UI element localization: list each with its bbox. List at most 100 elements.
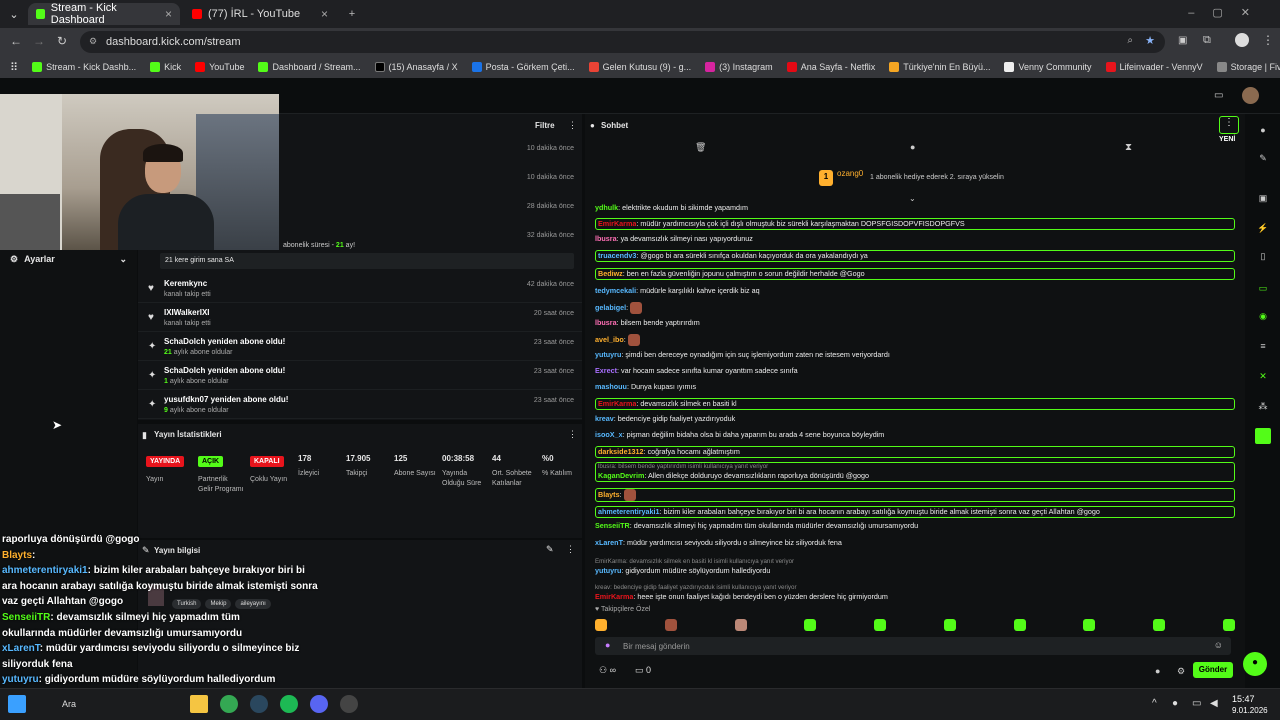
bookmark-item[interactable]: YouTube [195, 62, 244, 72]
emote-icon[interactable] [1222, 619, 1235, 631]
event-name[interactable]: SchaDolch yeniden abone oldu! [164, 337, 285, 346]
new-tab-button[interactable]: + [340, 3, 364, 25]
emoji-icon[interactable]: ☺ [1214, 640, 1223, 650]
emote-icon[interactable] [804, 619, 817, 631]
chat-username[interactable]: tedymcekali [595, 286, 636, 295]
back-icon[interactable]: ← [10, 34, 22, 48]
chat-settings-icon[interactable]: ● [1155, 666, 1160, 676]
close-icon[interactable]: × [321, 7, 328, 21]
forward-icon[interactable]: → [33, 34, 45, 48]
pencil-icon[interactable]: ✎ [1246, 148, 1280, 168]
folder-icon[interactable] [190, 695, 208, 713]
camera-icon[interactable]: ▭ [1214, 90, 1223, 101]
chat-username[interactable]: lbusra [595, 318, 617, 327]
points-row[interactable]: ⚇ ∞ [599, 665, 616, 676]
chat-username[interactable]: EmirKarma [598, 219, 636, 228]
gear-icon[interactable]: ⚙ [1177, 666, 1185, 677]
event-name[interactable]: IXIWalkerIXI [164, 308, 210, 317]
puzzle-icon[interactable]: ⧉ [1203, 34, 1211, 47]
network-icon[interactable]: ▭ [1192, 698, 1201, 709]
chat-username[interactable]: kreav [595, 414, 614, 423]
nodes-icon[interactable]: ⁂ [1246, 396, 1280, 416]
counter-row[interactable]: ▭ 0 [635, 665, 651, 676]
discord-icon[interactable] [310, 695, 328, 713]
chat-username[interactable]: isooX_x [595, 430, 623, 439]
bookmark-item[interactable]: (3) Instagram [705, 62, 773, 72]
wrench-icon[interactable]: ✕ [1246, 366, 1280, 386]
trash-icon[interactable]: 🗑 [695, 142, 706, 153]
send-button[interactable]: Gönder [1193, 662, 1233, 678]
chat-username[interactable]: lbusra [595, 234, 617, 243]
file-icon[interactable]: ▯ [1246, 246, 1280, 266]
event-name[interactable]: Keremkync [164, 279, 207, 288]
chat-fab-button[interactable]: ● [1243, 652, 1267, 676]
gift-user[interactable]: ozang0 [837, 169, 863, 178]
puzzle-icon[interactable] [1246, 426, 1280, 446]
screen-icon[interactable]: ▣ [1246, 188, 1280, 208]
emote-icon[interactable] [943, 619, 956, 631]
bookmark-item[interactable]: Lifeinvader - VennyV [1105, 62, 1203, 72]
chat-username[interactable]: yutuyru [595, 350, 621, 359]
chat-username[interactable]: xLarenT [595, 538, 623, 547]
star-icon[interactable]: ★ [1145, 34, 1155, 47]
bookmark-item[interactable]: Stream - Kick Dashb... [32, 62, 136, 72]
edit-icon[interactable]: ✎ [546, 544, 554, 555]
chevron-down-icon[interactable]: ⌄ [909, 194, 916, 203]
zoom-icon[interactable]: ⌕ [1127, 35, 1133, 46]
chat-username[interactable]: SenseiiTR [595, 521, 630, 530]
spotify-icon[interactable] [280, 695, 298, 713]
bookmark-item[interactable]: (15) Anasayfa / X [374, 62, 458, 72]
chat-username[interactable]: EmirKarma [595, 592, 633, 601]
windows-start-icon[interactable] [8, 695, 26, 713]
obs-icon[interactable] [340, 695, 358, 713]
bookmark-item[interactable]: Dashboard / Stream... [258, 62, 361, 72]
apps-grid-icon[interactable]: ⠿ [10, 61, 18, 74]
bookmark-item[interactable]: Türkiye'nin En Büyü... [889, 62, 990, 72]
chat-username[interactable]: mashouu [595, 382, 627, 391]
tab-kick-dashboard[interactable]: Stream - Kick Dashboard × [28, 2, 180, 26]
filter-button[interactable]: Filtre [535, 121, 555, 130]
chat-username[interactable]: EmirKarma [598, 399, 636, 408]
emote-icon[interactable] [664, 619, 677, 631]
emote-icon[interactable] [734, 619, 747, 631]
chat-username[interactable]: ydhulk [595, 203, 618, 212]
bookmark-item[interactable]: Venny Community [1004, 62, 1092, 72]
emote-icon[interactable] [1083, 619, 1096, 631]
volume-icon[interactable]: ◀ [1210, 698, 1218, 709]
bookmark-item[interactable]: Ana Sayfa - Netflix [786, 62, 875, 72]
menu-icon[interactable]: ⋮ [1262, 33, 1274, 47]
bookmark-item[interactable]: Kick [150, 62, 181, 72]
user-avatar[interactable] [1242, 87, 1259, 104]
chat-input[interactable]: ● Bir mesaj gönderin ☺ [595, 637, 1231, 655]
chat-username[interactable]: KaganDevrim [598, 471, 644, 480]
url-field[interactable]: ⚙ dashboard.kick.com/stream ⌕ ★ [80, 31, 1165, 53]
chat-username[interactable]: gelabigel [595, 303, 626, 312]
profile-avatar[interactable] [1235, 33, 1249, 47]
more-icon[interactable]: ⋮ [568, 429, 577, 440]
mic-tray-icon[interactable]: ● [1172, 698, 1178, 709]
emote-icon[interactable] [874, 619, 887, 631]
chat-username[interactable]: darkside1312 [598, 447, 644, 456]
event-name[interactable]: SchaDolch yeniden abone oldu! [164, 366, 285, 375]
window-controls[interactable]: –▢✕ [1188, 6, 1268, 19]
chat-icon[interactable]: ▭ [1246, 278, 1280, 298]
extension-icon[interactable]: ▣ [1178, 35, 1187, 46]
emote-icon[interactable] [1013, 619, 1026, 631]
steam-icon[interactable] [250, 695, 268, 713]
chat-username[interactable]: avel_ibo [595, 335, 624, 344]
layers-icon[interactable]: ≡ [1246, 336, 1280, 356]
bolt-icon[interactable]: ⚡ [1246, 218, 1280, 238]
emote-icon[interactable] [595, 619, 607, 631]
bookmark-item[interactable]: Posta - Görkem Çeti... [471, 62, 575, 72]
microphone-icon[interactable]: ● [605, 640, 610, 650]
chat-menu-button[interactable]: ⋮ [1219, 116, 1239, 134]
info-icon[interactable]: ● [1246, 120, 1280, 140]
reload-icon[interactable]: ↻ [57, 34, 67, 48]
chat-username[interactable]: truacendv3 [598, 251, 636, 260]
chat-username[interactable]: ahmeterentiryaki1 [598, 507, 660, 516]
event-name[interactable]: yusufdkn07 yeniden abone oldu! [164, 395, 288, 404]
settings-row[interactable]: ⚙ Ayarlar ⌄ [10, 252, 127, 266]
tab-youtube[interactable]: (77) İRL - YouTube × [184, 3, 336, 25]
emote-icon[interactable] [1153, 619, 1166, 631]
bookmark-item[interactable]: Storage | Fivemanage [1216, 62, 1280, 72]
